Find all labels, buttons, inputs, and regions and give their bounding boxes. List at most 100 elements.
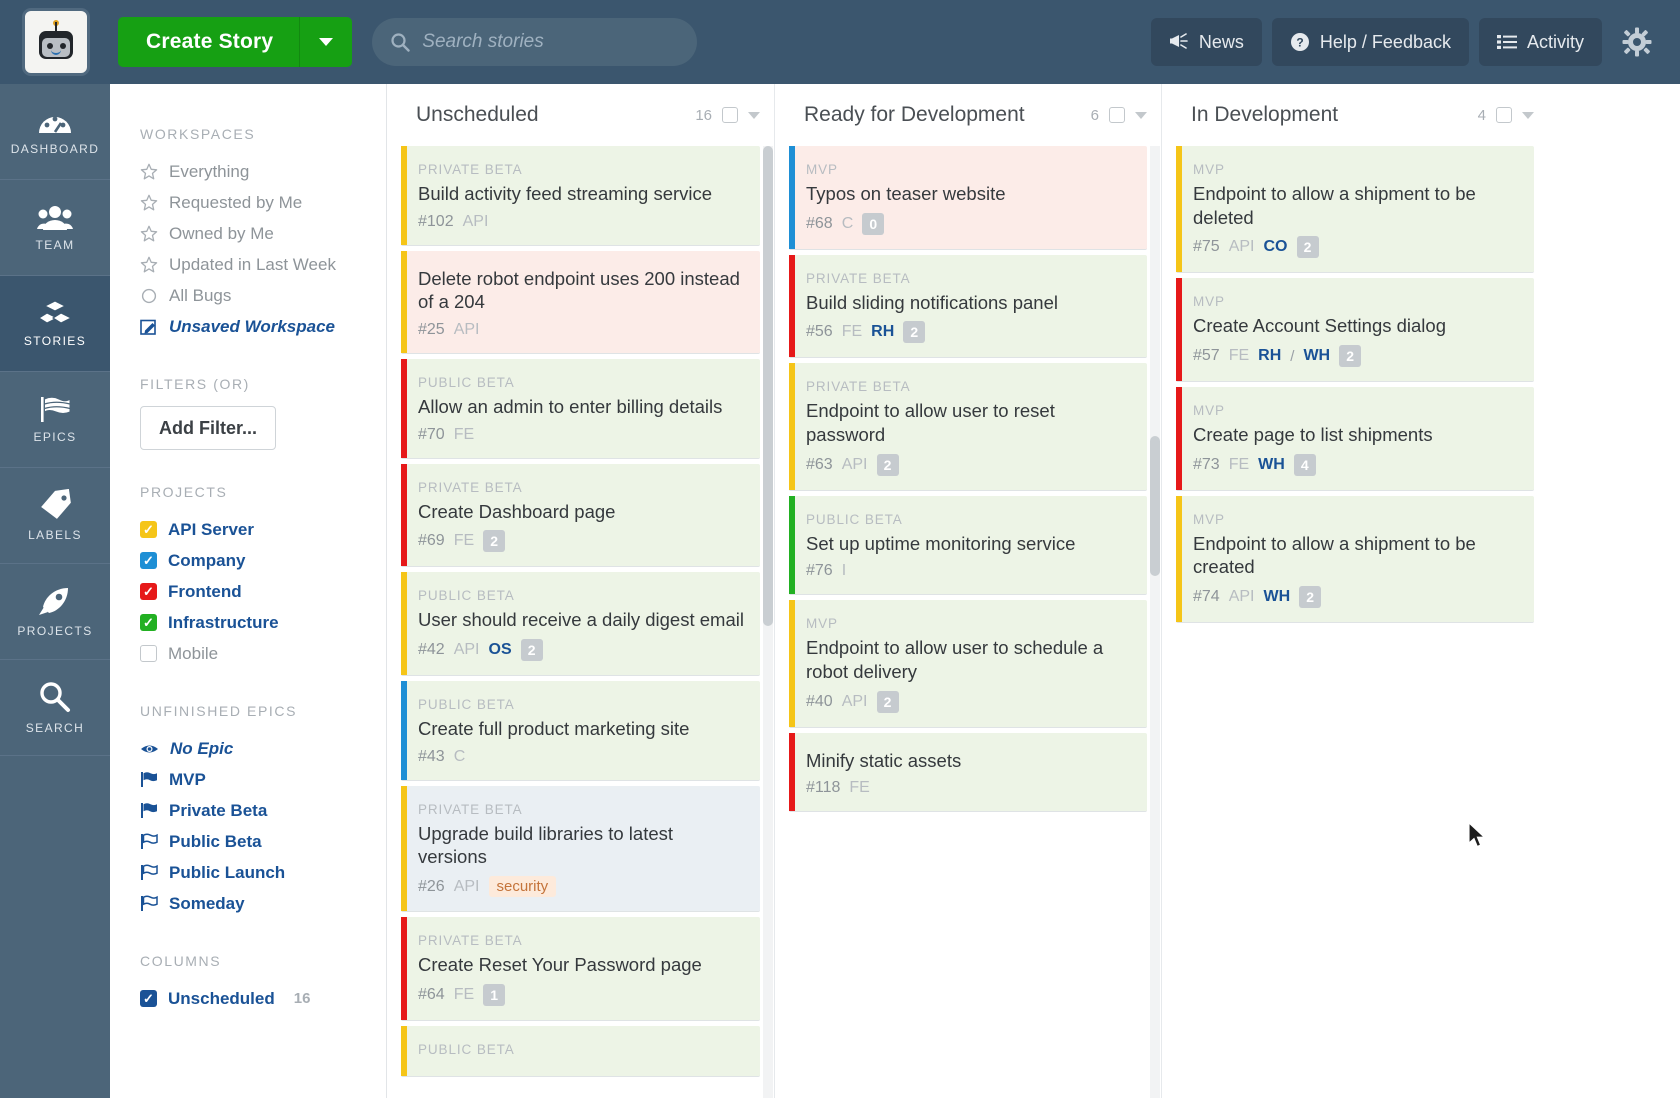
story-owner-initials[interactable]: WH	[1258, 456, 1285, 474]
nav-item-search[interactable]: SEARCH	[0, 660, 110, 756]
story-card[interactable]: Delete robot endpoint uses 200 instead o…	[401, 250, 760, 355]
column-card-list: MVP Endpoint to allow a shipment to be de…	[1162, 146, 1548, 624]
nav-item-epics[interactable]: EPICS	[0, 372, 110, 468]
story-project: FE	[1228, 455, 1250, 473]
story-owner-initials[interactable]: OS	[489, 641, 512, 659]
checkbox-checked-icon[interactable]: ✓	[140, 583, 157, 600]
column-filter-unscheduled[interactable]: ✓ Unscheduled 16	[140, 983, 386, 1014]
story-meta: #63 API 2	[806, 453, 1133, 476]
column-scrollbar-thumb[interactable]	[763, 146, 773, 626]
story-estimate: 2	[876, 453, 899, 476]
workspace-item-updated-in-last-week[interactable]: Updated in Last Week	[140, 249, 386, 280]
project-filter-api-server[interactable]: ✓ API Server	[140, 514, 386, 545]
story-owner-initials[interactable]: WH	[1303, 347, 1330, 365]
nav-item-stories[interactable]: STORIES	[0, 276, 110, 372]
story-card[interactable]: PUBLIC BETA Create full product marketing…	[401, 681, 760, 781]
story-card[interactable]: PRIVATE BETA Upgrade build libraries to l…	[401, 785, 760, 913]
story-estimate: 0	[862, 212, 885, 235]
checkbox-checked-icon[interactable]: ✓	[140, 521, 157, 538]
create-story-dropdown[interactable]	[300, 38, 352, 46]
help-feedback-button[interactable]: ? Help / Feedback	[1271, 18, 1469, 66]
story-meta: #76 I	[806, 562, 1133, 580]
workspace-item-unsaved-workspace[interactable]: Unsaved Workspace	[140, 311, 386, 342]
column-scrollbar[interactable]	[1150, 146, 1160, 1098]
column-select-checkbox[interactable]	[722, 107, 738, 123]
story-owner-initials[interactable]: RH	[871, 323, 894, 341]
star-outline-icon	[140, 194, 158, 210]
story-card[interactable]: MVP Create page to list shipments #73 FE WH 4	[1176, 387, 1534, 491]
story-epic: PRIVATE BETA	[418, 933, 523, 949]
project-filter-mobile[interactable]: Mobile	[140, 638, 386, 669]
story-card[interactable]: PRIVATE BETA Create Dashboard page #69 FE 2	[401, 463, 760, 568]
story-project: API	[462, 212, 489, 230]
story-owner-initials[interactable]: WH	[1264, 588, 1291, 606]
story-card[interactable]: PUBLIC BETA User should receive a daily d…	[401, 572, 760, 677]
story-card[interactable]: MVP Endpoint to allow user to schedule a …	[789, 600, 1147, 728]
story-label[interactable]: security	[488, 876, 557, 898]
project-filter-frontend[interactable]: ✓ Frontend	[140, 576, 386, 607]
circle-outline-icon	[141, 288, 157, 303]
epic-filter-mvp[interactable]: MVP	[140, 764, 386, 795]
story-card[interactable]: PRIVATE BETA Build activity feed streamin…	[401, 146, 760, 246]
story-card[interactable]: PUBLIC BETA Set up uptime monitoring serv…	[789, 495, 1147, 596]
column-card-list: PRIVATE BETA Build activity feed streamin…	[387, 146, 774, 1077]
story-estimate: 2	[1296, 236, 1319, 259]
epic-filter-someday[interactable]: Someday	[140, 888, 386, 919]
story-project: FE	[453, 985, 475, 1003]
column-select-checkbox[interactable]	[1496, 107, 1512, 123]
story-owner-initials[interactable]: CO	[1264, 238, 1288, 256]
news-button[interactable]: News	[1150, 18, 1262, 66]
epic-filter-public-launch[interactable]: Public Launch	[140, 857, 386, 888]
story-card[interactable]: MVP Endpoint to allow a shipment to be cr…	[1176, 495, 1534, 624]
story-card[interactable]: MVP Typos on teaser website #68 C 0	[789, 146, 1147, 250]
project-filter-infrastructure[interactable]: ✓ Infrastructure	[140, 607, 386, 638]
checkbox-unchecked-icon[interactable]	[140, 645, 157, 662]
nav-item-labels[interactable]: LABELS	[0, 468, 110, 564]
nav-item-label: EPICS	[33, 430, 77, 444]
column-select-checkbox[interactable]	[1109, 107, 1125, 123]
column-menu-caret-icon[interactable]	[748, 111, 760, 119]
epic-filter-public-beta[interactable]: Public Beta	[140, 826, 386, 857]
create-story-button[interactable]: Create Story	[118, 17, 353, 67]
add-filter-button[interactable]: Add Filter...	[140, 406, 276, 450]
workspace-item-label: Requested by Me	[169, 192, 303, 212]
nav-item-dashboard[interactable]: DASHBOARD	[0, 84, 110, 180]
story-card[interactable]: PRIVATE BETA Endpoint to allow user to re…	[789, 363, 1147, 491]
story-card[interactable]: PUBLIC BETA Allow an admin to enter billi…	[401, 359, 760, 459]
story-title: Endpoint to allow user to reset password	[806, 400, 1055, 446]
project-filter-company[interactable]: ✓ Company	[140, 545, 386, 576]
epic-filter-private-beta[interactable]: Private Beta	[140, 795, 386, 826]
column-scrollbar[interactable]	[763, 146, 773, 1098]
column-filter-count: 16	[293, 990, 311, 1007]
story-card[interactable]: MVP Endpoint to allow a shipment to be de…	[1176, 146, 1534, 274]
workspace-item-everything[interactable]: Everything	[140, 156, 386, 187]
workspace-item-requested-by-me[interactable]: Requested by Me	[140, 187, 386, 218]
workspace-item-label: All Bugs	[169, 285, 232, 305]
settings-button[interactable]	[1612, 27, 1662, 57]
story-card[interactable]: MVP Create Account Settings dialog #57 FE RH…	[1176, 278, 1534, 383]
news-label: News	[1198, 31, 1244, 52]
search-input[interactable]: Search stories	[372, 18, 698, 66]
project-color-stripe	[401, 681, 407, 780]
story-id: #25	[418, 321, 445, 339]
column-scrollbar-thumb[interactable]	[1150, 436, 1160, 576]
activity-button[interactable]: Activity	[1478, 18, 1602, 66]
nav-item-team[interactable]: TEAM	[0, 180, 110, 276]
checkbox-checked-icon[interactable]: ✓	[140, 614, 157, 631]
story-owner-initials[interactable]: RH	[1258, 347, 1281, 365]
workspace-item-all-bugs[interactable]: All Bugs	[140, 280, 386, 311]
story-project: I	[841, 562, 847, 580]
story-card[interactable]: Minify static assets #118 FE	[789, 732, 1147, 813]
checkbox-checked-icon[interactable]: ✓	[140, 990, 157, 1007]
checkbox-checked-icon[interactable]: ✓	[140, 552, 157, 569]
story-project: API	[1228, 588, 1255, 606]
workspace-item-owned-by-me[interactable]: Owned by Me	[140, 218, 386, 249]
story-card[interactable]: PUBLIC BETA	[401, 1025, 760, 1077]
epic-filter-no-epic[interactable]: No Epic	[140, 733, 386, 764]
app-logo[interactable]	[22, 8, 90, 76]
nav-item-projects[interactable]: PROJECTS	[0, 564, 110, 660]
story-card[interactable]: PRIVATE BETA Create Reset Your Password p…	[401, 917, 760, 1021]
story-card[interactable]: PRIVATE BETA Build sliding notifications …	[789, 254, 1147, 359]
column-menu-caret-icon[interactable]	[1135, 111, 1147, 119]
column-menu-caret-icon[interactable]	[1522, 111, 1534, 119]
